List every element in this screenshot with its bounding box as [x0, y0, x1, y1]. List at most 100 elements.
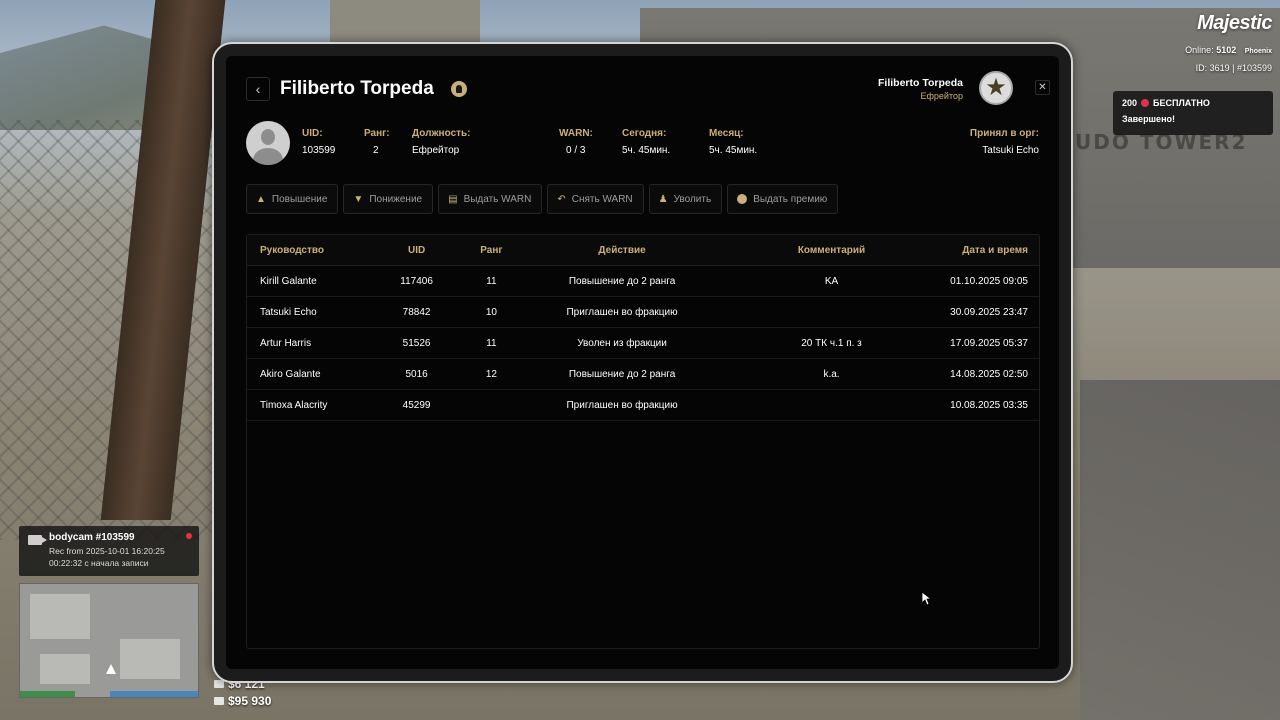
cell-rank: 11 [486, 275, 497, 287]
fire-button[interactable]: ♟ Уволить [648, 184, 723, 214]
undo-icon: ↶ [557, 193, 566, 205]
notification-amount: 200 [1122, 98, 1138, 108]
give-bonus-button[interactable]: Выдать премию [727, 184, 839, 214]
promote-button[interactable]: ▲ Повышение [246, 184, 339, 214]
cell-comment: 20 ТК ч.1 п. з [801, 337, 862, 349]
warn-label: WARN: [559, 128, 593, 139]
recording-dot-icon [186, 533, 192, 539]
month-label: Месяц: [709, 128, 744, 139]
armor-bar [110, 691, 198, 697]
today-value: 5ч. 45мин. [622, 145, 671, 156]
bodycam-elapsed: 00:22:32 с начала записи [49, 558, 149, 568]
background-building-left [330, 0, 480, 45]
card-icon [214, 697, 224, 705]
cell-manager: Timoxa Alacrity [260, 399, 328, 411]
remove-warn-label: Снять WARN [571, 193, 633, 205]
minimap: N [19, 583, 199, 698]
page-title: Filiberto Torpeda [280, 78, 434, 99]
cell-comment: KA [824, 275, 839, 287]
rank-value: 2 [373, 145, 379, 156]
cell-datetime: 14.08.2025 02:50 [950, 368, 1028, 380]
warn-doc-icon: ▤ [448, 193, 458, 205]
demote-button[interactable]: ▼ Понижение [343, 184, 434, 214]
history-table: Руководство UID Ранг Действие Комментари… [246, 234, 1040, 649]
table-row: Akiro Galante 5016 12 Повышение до 2 ран… [247, 359, 1039, 390]
coin-icon [737, 194, 748, 204]
majestic-logo: Majestic [1197, 12, 1272, 34]
notification-label: БЕСПЛАТНО [1153, 98, 1210, 108]
chevron-left-icon: ‹ [255, 81, 261, 97]
close-icon: ✕ [1038, 82, 1047, 93]
month-value: 5ч. 45мин. [709, 145, 758, 156]
give-bonus-label: Выдать премию [753, 193, 828, 205]
table-row: Artur Harris 51526 11 Уволен из фракции … [247, 328, 1039, 359]
lock-badge-icon [451, 81, 467, 97]
col-header-manager: Руководство [260, 244, 325, 256]
give-warn-button[interactable]: ▤ Выдать WARN [438, 184, 543, 214]
cell-action: Приглашен во фракцию [566, 399, 678, 411]
cell-uid: 78842 [402, 306, 431, 318]
online-value: 5102 [1216, 45, 1237, 55]
cell-action: Уволен из фракции [577, 337, 667, 349]
cell-datetime: 30.09.2025 23:47 [950, 306, 1028, 318]
health-bar [20, 691, 75, 697]
rank-label: Ранг: [364, 128, 390, 139]
cell-uid: 117406 [400, 275, 433, 287]
cell-uid: 51526 [402, 337, 431, 349]
cell-rank: 11 [486, 337, 497, 349]
bodycam-title: bodycam #103599 [49, 532, 135, 543]
position-value: Ефрейтор [412, 145, 460, 156]
player-id: ID: 3619 | #103599 [1195, 63, 1272, 73]
close-button[interactable]: ✕ [1035, 80, 1050, 95]
cell-action: Повышение до 2 ранга [568, 368, 676, 380]
cell-rank: 12 [485, 368, 497, 380]
mouse-cursor-icon [922, 592, 932, 606]
uid-label: UID: [302, 128, 323, 139]
notification: 200 БЕСПЛАТНО Завершено! [1113, 91, 1273, 135]
notification-status: Завершено! [1122, 114, 1175, 124]
accepted-by-value: Tatsuki Echo [982, 145, 1039, 156]
col-header-uid: UID [407, 244, 426, 256]
background-road [1080, 380, 1280, 720]
fire-label: Уволить [673, 193, 712, 205]
coin-icon [1141, 99, 1150, 107]
chevron-down-icon: ▼ [353, 193, 364, 205]
cell-manager: Artur Harris [260, 337, 312, 349]
table-row: Timoxa Alacrity 45299 Приглашен во фракц… [247, 390, 1039, 421]
cell-uid: 45299 [402, 399, 431, 411]
uid-value: 103599 [302, 145, 336, 156]
hud-brand: Majestic Online: 5102 Phoenix ID: 3619 |… [1185, 12, 1272, 73]
back-button[interactable]: ‹ [246, 77, 270, 101]
server-name: Phoenix [1244, 48, 1272, 55]
col-header-action: Действие [598, 244, 646, 256]
cell-manager: Tatsuki Echo [260, 306, 317, 318]
table-header: Руководство UID Ранг Действие Комментари… [247, 235, 1039, 266]
chevron-up-icon: ▲ [256, 193, 266, 205]
header-user-name: Filiberto Torpeda [878, 77, 963, 89]
table-row: Tatsuki Echo 78842 10 Приглашен во фракц… [247, 297, 1039, 328]
give-warn-label: Выдать WARN [463, 193, 532, 205]
cell-manager: Kirill Galante [260, 275, 317, 287]
position-label: Должность: [412, 128, 471, 139]
camera-icon [28, 535, 47, 545]
header-user-rank: Ефрейтор [920, 91, 963, 101]
cell-manager: Akiro Galante [260, 368, 321, 380]
cell-datetime: 01.10.2025 09:05 [950, 275, 1028, 287]
remove-warn-button[interactable]: ↶ Снять WARN [547, 184, 644, 214]
bodycam-rec-from: Rec from 2025-10-01 16:20:25 [49, 546, 165, 556]
col-header-datetime: Дата и время [962, 244, 1028, 256]
tablet-frame: ‹ Filiberto Torpeda Filiberto Torpeda Еф… [212, 42, 1073, 683]
col-header-rank: Ранг [480, 244, 503, 256]
notification-title: 200 БЕСПЛАТНО [1122, 98, 1264, 108]
demote-label: Понижение [369, 193, 423, 205]
online-counter: Online: 5102 Phoenix [1185, 45, 1272, 55]
cell-comment: k.a. [823, 368, 840, 380]
bank-display: $95 930 [214, 694, 271, 708]
today-label: Сегодня: [622, 128, 667, 139]
accepted-by-label: Принял в орг: [969, 128, 1039, 139]
cell-action: Приглашен во фракцию [566, 306, 678, 318]
cell-rank: 10 [485, 306, 497, 318]
bank-value: $95 930 [228, 694, 272, 708]
cash-icon [214, 680, 224, 688]
cell-datetime: 10.08.2025 03:35 [950, 399, 1028, 411]
